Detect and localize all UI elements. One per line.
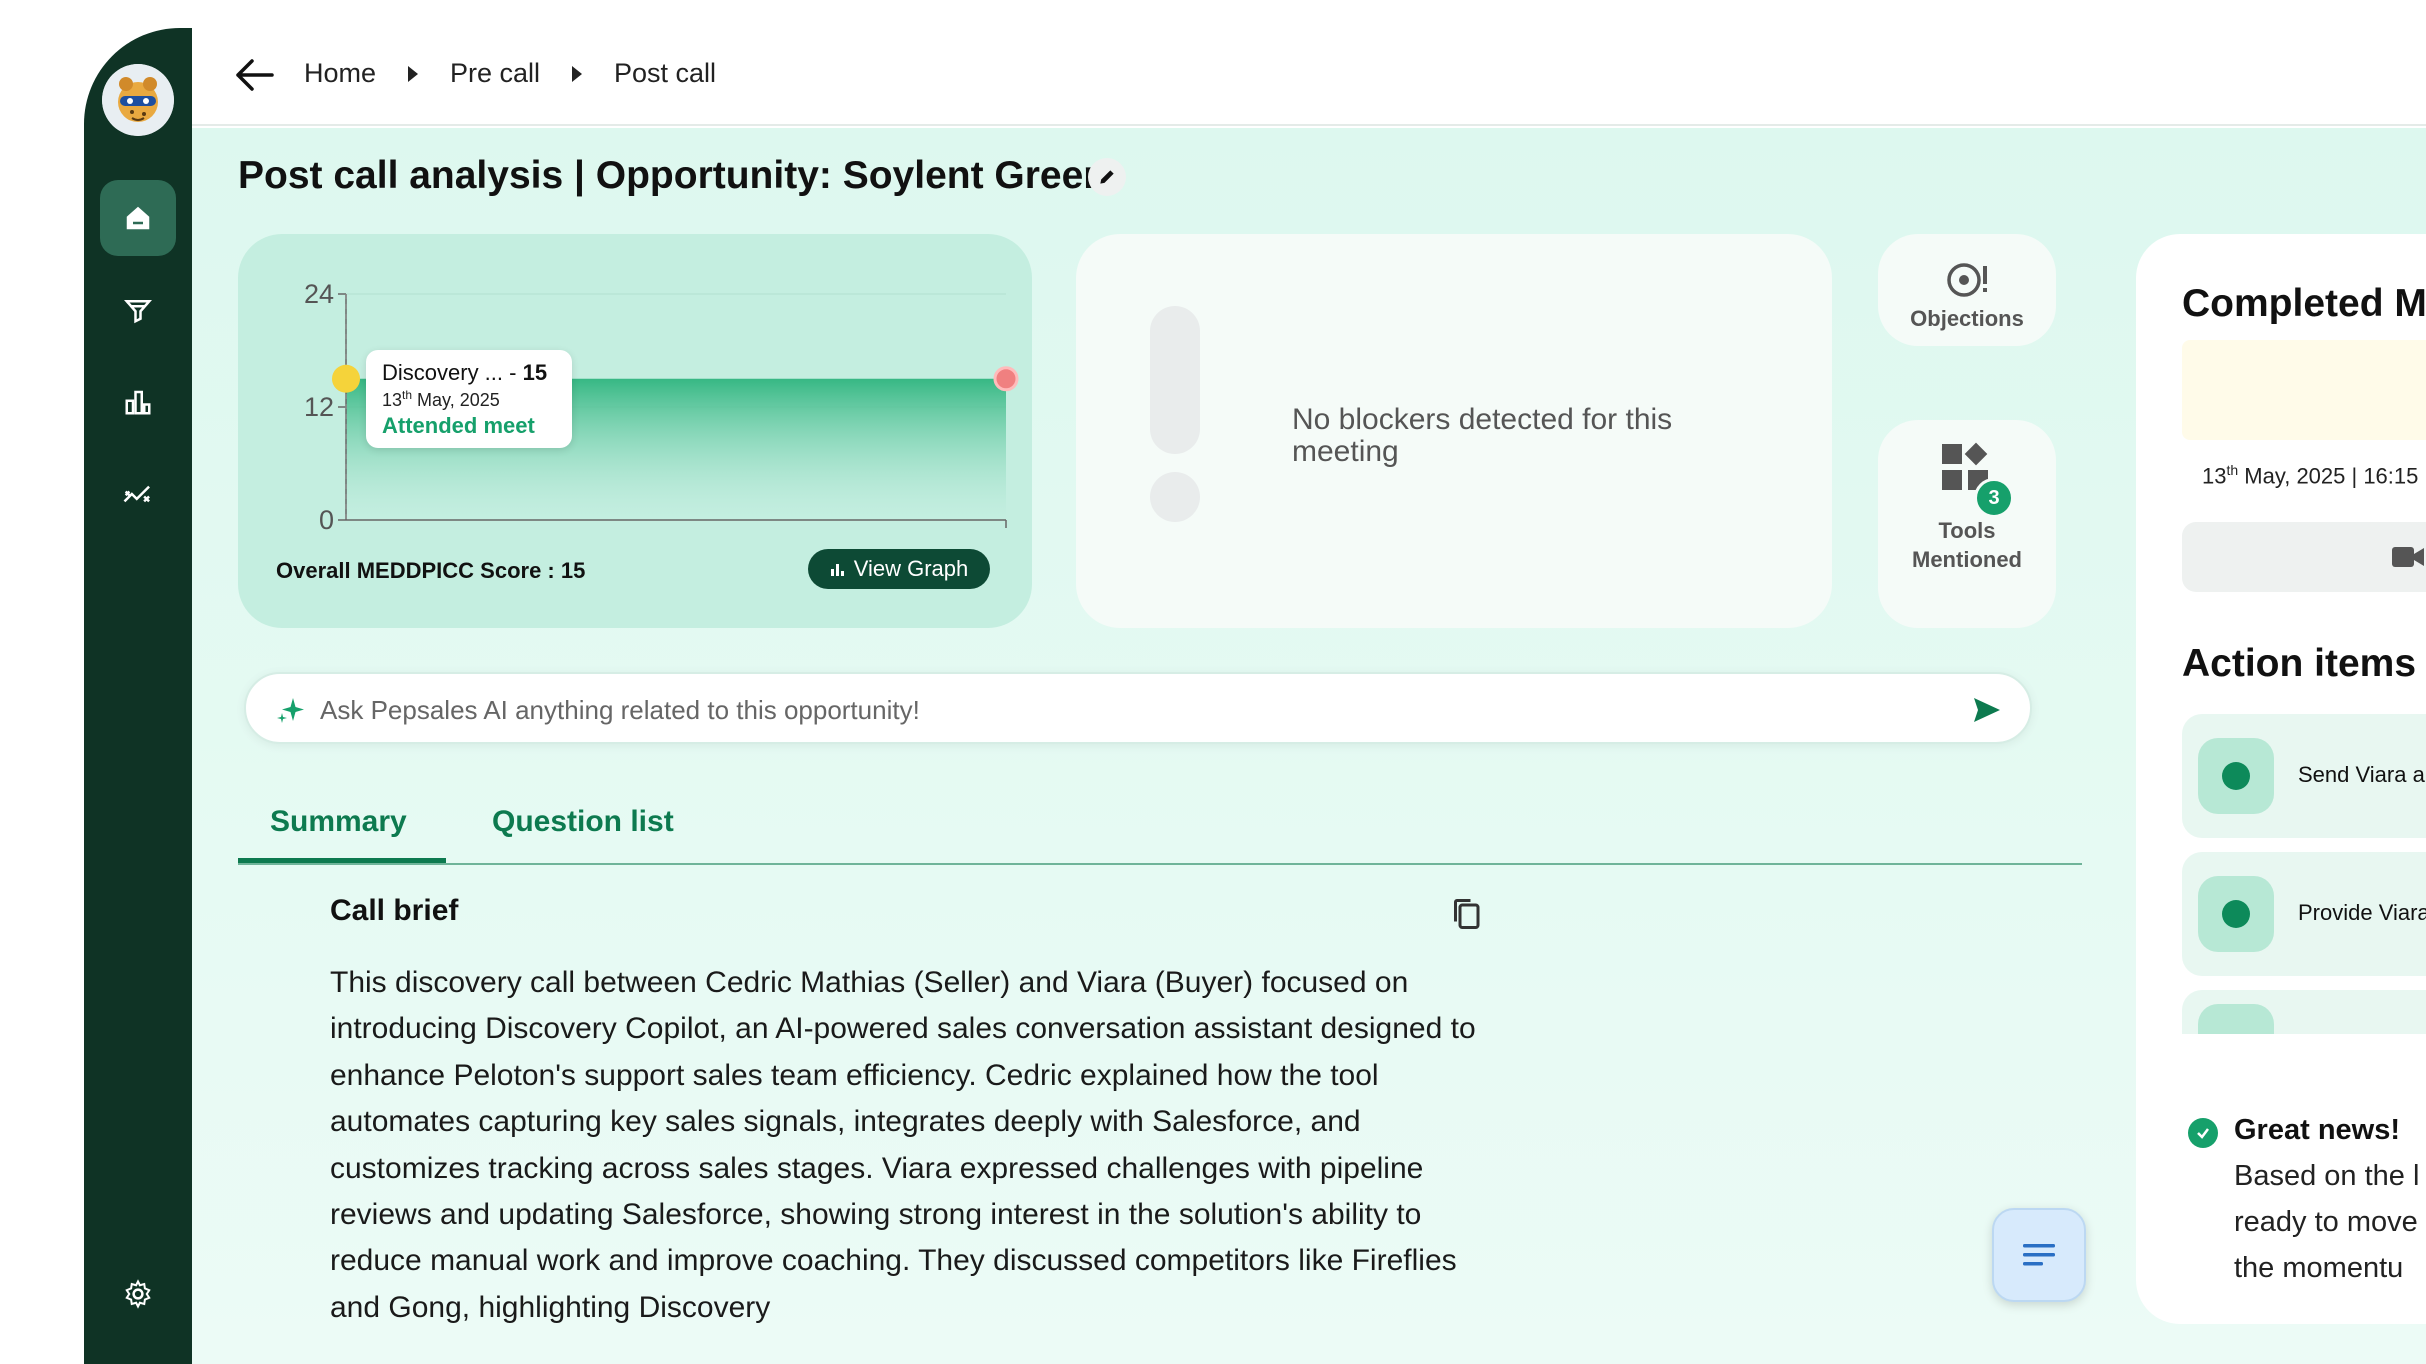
action-item-text: Provide Viara bbox=[2298, 900, 2426, 925]
opportunity-name: Soylent Green bbox=[842, 154, 1108, 197]
check-circle-icon bbox=[2188, 1118, 2218, 1148]
tooltip-meeting: Discovery ... - 15 bbox=[382, 360, 548, 385]
action-item-icon bbox=[2198, 876, 2274, 952]
meeting-highlight-box bbox=[2182, 340, 2426, 440]
video-camera-icon bbox=[2392, 547, 2424, 567]
meeting-details-panel: Completed M 13th May, 2025 | 16:15 Actio… bbox=[2136, 234, 2426, 1324]
main-content: Post call analysis | Opportunity: Soylen… bbox=[192, 128, 2426, 1364]
tools-count-badge: 3 bbox=[1974, 478, 2014, 518]
page-title-prefix: Post call analysis | Opportunity: bbox=[238, 154, 843, 197]
copy-icon[interactable] bbox=[1448, 896, 1484, 932]
page-title: Post call analysis | Opportunity: Soylen… bbox=[238, 154, 1107, 198]
great-news-title: Great news! bbox=[2234, 1114, 2400, 1146]
tools-label-line2: Mentioned bbox=[1912, 547, 2022, 572]
chart-y-tick-label: 12 bbox=[304, 392, 334, 422]
breadcrumb-separator-icon bbox=[572, 66, 582, 82]
tooltip-date: 13th May, 2025 bbox=[382, 388, 500, 410]
breadcrumb-home[interactable]: Home bbox=[304, 58, 376, 89]
action-item-partial[interactable] bbox=[2182, 990, 2426, 1044]
exclamation-icon bbox=[1150, 306, 1200, 454]
tab-question-list[interactable]: Question list bbox=[492, 805, 674, 839]
nav-funnel[interactable] bbox=[100, 272, 176, 348]
send-icon[interactable] bbox=[1972, 696, 2002, 724]
tooltip-status: Attended meet bbox=[382, 413, 535, 438]
breadcrumb-separator-icon bbox=[408, 66, 418, 82]
overall-score-label: Overall MEDDPICC Score : 15 bbox=[276, 558, 586, 583]
tools-label-line1: Tools bbox=[1938, 518, 1996, 543]
completed-meeting-title: Completed M bbox=[2182, 282, 2426, 325]
view-graph-label: View Graph bbox=[853, 556, 969, 581]
edit-opportunity-button[interactable] bbox=[1088, 158, 1126, 196]
nav-home[interactable] bbox=[100, 180, 176, 256]
action-item[interactable]: Provide Viara bbox=[2182, 852, 2426, 976]
trend-sparkle-icon bbox=[123, 485, 150, 503]
breadcrumb-pre-call[interactable]: Pre call bbox=[450, 58, 540, 89]
notes-fab-button[interactable] bbox=[1992, 1208, 2086, 1302]
call-brief-title: Call brief bbox=[330, 894, 459, 927]
chart-point-start bbox=[332, 364, 360, 393]
bar-chart-icon bbox=[830, 564, 844, 576]
view-graph-button[interactable]: View Graph bbox=[808, 549, 990, 589]
great-news-line: ready to move bbox=[2234, 1206, 2418, 1238]
chart-tooltip: Discovery ... - 15 13th May, 2025 Attend… bbox=[366, 350, 572, 448]
objections-label: Objections bbox=[1910, 306, 2024, 331]
action-item[interactable]: Send Viara a bbox=[2182, 714, 2426, 838]
home-icon bbox=[126, 206, 150, 230]
breadcrumb-post-call[interactable]: Post call bbox=[614, 58, 716, 89]
chart-y-tick-label: 0 bbox=[319, 505, 334, 535]
nav-settings[interactable] bbox=[100, 1256, 176, 1332]
bar-chart-icon bbox=[125, 390, 151, 415]
sidebar bbox=[84, 28, 192, 1364]
chart-point-end bbox=[993, 366, 1019, 392]
funnel-icon bbox=[123, 300, 153, 324]
avatar[interactable] bbox=[102, 64, 174, 136]
tools-mentioned-card[interactable]: 3 Tools Mentioned bbox=[1878, 420, 2056, 628]
menu-lines-icon bbox=[2023, 1244, 2055, 1266]
action-items-title: Action items bbox=[2182, 642, 2417, 685]
meeting-datetime: 13th May, 2025 | 16:15 bbox=[2202, 462, 2419, 489]
back-arrow-icon[interactable] bbox=[234, 58, 274, 92]
blockers-message: No blockers detected for this meeting bbox=[1292, 403, 1673, 468]
great-news-line: Based on the l bbox=[2234, 1160, 2420, 1192]
nav-analytics[interactable] bbox=[100, 364, 176, 440]
meddpicc-score-card: 24 12 0 Discovery ... - 15 13th May, 2025 … bbox=[238, 234, 1032, 628]
recording-bar[interactable] bbox=[2182, 522, 2426, 592]
tab-summary[interactable]: Summary bbox=[270, 805, 407, 839]
nav-insights[interactable] bbox=[100, 456, 176, 532]
gear-icon bbox=[125, 1279, 151, 1309]
call-brief-text: This discovery call between Cedric Mathi… bbox=[330, 966, 1476, 1324]
sparkle-icon bbox=[277, 698, 304, 723]
tab-divider bbox=[238, 863, 2082, 865]
objections-card[interactable]: Objections bbox=[1878, 234, 2056, 346]
cheetah-logo-icon bbox=[102, 64, 174, 136]
target-alert-icon bbox=[1947, 263, 1987, 297]
ask-ai-bar bbox=[244, 672, 2032, 744]
exclamation-dot-icon bbox=[1150, 472, 1200, 522]
action-item-icon bbox=[2198, 738, 2274, 814]
pencil-icon bbox=[1100, 170, 1114, 184]
chart-y-tick-label: 24 bbox=[304, 279, 334, 309]
great-news-line: the momentu bbox=[2234, 1252, 2404, 1284]
action-item-text: Send Viara a bbox=[2298, 762, 2425, 787]
blockers-card: No blockers detected for this meeting bbox=[1076, 234, 1832, 628]
ask-ai-input[interactable] bbox=[320, 692, 1920, 728]
top-bar: Home Pre call Post call bbox=[192, 0, 2426, 126]
